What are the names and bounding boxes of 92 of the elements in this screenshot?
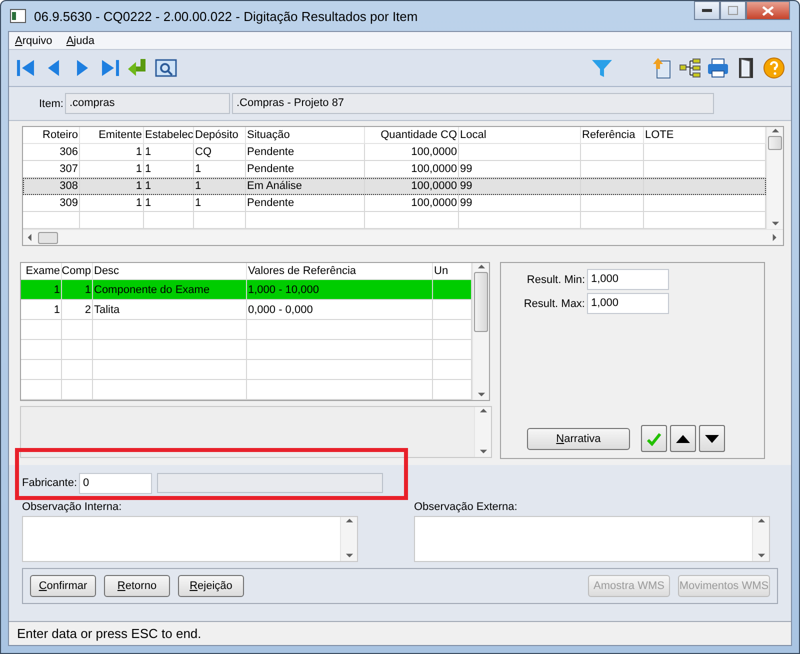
- table-cell: Pendente: [246, 144, 365, 161]
- close-button[interactable]: [746, 1, 790, 20]
- action-button[interactable]: Confirmar: [30, 575, 96, 597]
- check-icon: [646, 432, 662, 446]
- table-cell: 1: [194, 195, 246, 212]
- scroll-thumb[interactable]: [38, 232, 58, 244]
- table-cell: 309: [23, 195, 80, 212]
- table-cell: 1: [144, 178, 194, 195]
- manufacturer-label: Fabricante:: [22, 477, 78, 489]
- column-header[interactable]: Referência: [581, 127, 644, 144]
- action-button[interactable]: Retorno: [104, 575, 170, 597]
- table-cell: [581, 195, 644, 212]
- minimize-icon: [702, 8, 712, 12]
- horizontal-scrollbar[interactable]: [23, 229, 783, 245]
- table-cell: 99: [459, 195, 581, 212]
- empty-table-cell: [21, 320, 62, 340]
- empty-table-cell: [21, 340, 62, 360]
- table-cell: 100,0000: [365, 195, 459, 212]
- table-cell: 1: [80, 195, 144, 212]
- table-row[interactable]: 306 1 1 CQ Pendente 100,0000: [23, 144, 766, 161]
- table-cell: Componente do Exame: [93, 280, 247, 300]
- note-label: Observação Interna:: [22, 501, 123, 513]
- maximize-icon: [728, 6, 738, 15]
- table-cell: 306: [23, 144, 80, 161]
- result-label: Result. Min:: [526, 274, 585, 286]
- table-cell: Em Análise: [246, 178, 365, 195]
- table-cell: 99: [459, 178, 581, 195]
- column-header[interactable]: Emitente: [80, 127, 144, 144]
- table-cell: 1: [80, 178, 144, 195]
- table-cell: 1: [21, 300, 62, 320]
- manufacturer-code-field[interactable]: 0: [79, 472, 152, 494]
- scroll-thumb[interactable]: [768, 136, 782, 150]
- table-cell: 100,0000: [365, 144, 459, 161]
- table-cell: Talita: [93, 300, 247, 320]
- empty-table-cell: [21, 380, 62, 400]
- table-cell: 100,0000: [365, 178, 459, 195]
- column-header[interactable]: Roteiro: [23, 127, 80, 144]
- vertical-scrollbar[interactable]: [766, 127, 783, 229]
- table-cell: 1: [144, 144, 194, 161]
- note-label: Observação Externa:: [414, 501, 518, 513]
- table-cell: 308: [23, 178, 80, 195]
- table-cell: Pendente: [246, 195, 365, 212]
- action-button[interactable]: Rejeição: [178, 575, 244, 597]
- app-icon: [10, 9, 26, 23]
- menu-item[interactable]: Arquivo: [15, 34, 52, 46]
- table-cell: 1: [144, 195, 194, 212]
- move-up-button[interactable]: [670, 425, 696, 452]
- narrative-button[interactable]: Narrativa: [527, 428, 630, 450]
- result-label: Result. Max:: [522, 298, 585, 310]
- maximize-button[interactable]: [720, 1, 746, 20]
- column-header[interactable]: Estabelec: [144, 127, 194, 144]
- empty-table-cell: [62, 340, 93, 360]
- empty-table-cell: [62, 360, 93, 380]
- item-code-field[interactable]: .compras: [65, 93, 230, 114]
- empty-table-cell: [21, 360, 62, 380]
- vertical-scrollbar[interactable]: [472, 263, 489, 400]
- table-cell: [581, 144, 644, 161]
- column-header[interactable]: Quantidade CQ: [365, 127, 459, 144]
- up-triangle-icon: [676, 434, 690, 442]
- table-cell: 0,000 - 0,000: [247, 300, 433, 320]
- result-field[interactable]: 1,000: [587, 293, 669, 314]
- table-cell: 1: [62, 280, 93, 300]
- table-cell: 2: [62, 300, 93, 320]
- down-triangle-icon: [705, 434, 719, 442]
- window-title: 06.9.5630 - CQ0222 - 2.00.00.022 - Digitação Resultados por Item: [34, 8, 419, 24]
- result-field[interactable]: 1,000: [587, 269, 669, 290]
- confirm-check-button[interactable]: [641, 425, 667, 452]
- table-row[interactable]: 1 2 Talita 0,000 - 0,000: [21, 300, 472, 320]
- scroll-thumb[interactable]: [474, 272, 488, 332]
- column-header[interactable]: Local: [459, 127, 581, 144]
- close-icon: [762, 6, 774, 16]
- empty-table-cell: [62, 380, 93, 400]
- table-row[interactable]: 309 1 1 1 Pendente 100,0000 99: [23, 195, 766, 212]
- table-cell: 1: [80, 144, 144, 161]
- manufacturer-name-field[interactable]: [157, 473, 384, 493]
- move-down-button[interactable]: [699, 425, 725, 452]
- table-cell: 1,000 - 10,000: [247, 280, 433, 300]
- column-header[interactable]: Depósito: [194, 127, 246, 144]
- item-description-field[interactable]: .Compras - Projeto 87: [232, 93, 714, 114]
- menu-item[interactable]: Ajuda: [66, 34, 94, 46]
- table-cell: [581, 178, 644, 195]
- table-row[interactable]: 1 1 Componente do Exame 1,000 - 10,000: [21, 280, 472, 300]
- table-row[interactable]: 308 1 1 1 Em Análise 100,0000 99: [23, 178, 766, 195]
- table-cell: 1: [21, 280, 62, 300]
- minimize-button[interactable]: [694, 1, 720, 20]
- table-cell: CQ: [194, 144, 246, 161]
- column-header[interactable]: Situação: [246, 127, 365, 144]
- item-label: Item:: [39, 98, 64, 110]
- text-area[interactable]: [20, 406, 492, 458]
- empty-table-cell: [62, 320, 93, 340]
- table-cell: 1: [194, 178, 246, 195]
- status-bar: Enter data or press ESC to end.: [9, 621, 791, 645]
